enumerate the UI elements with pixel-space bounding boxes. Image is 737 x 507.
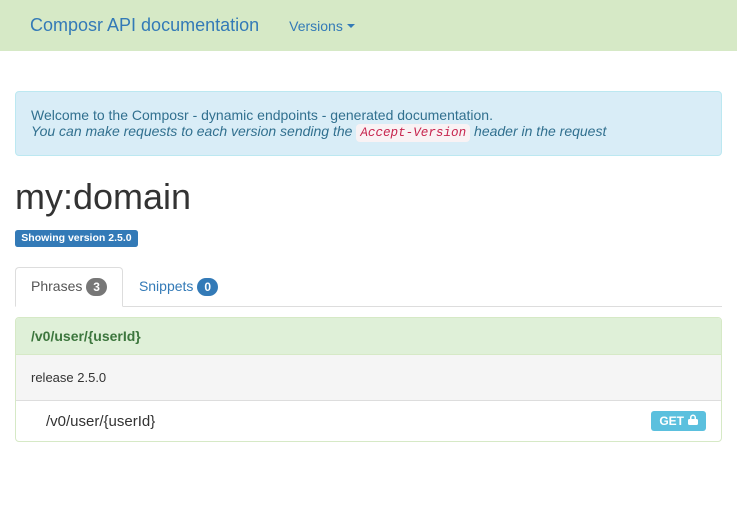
tab-snippets[interactable]: Snippets 0 xyxy=(123,267,234,307)
version-badge: Showing version 2.5.0 xyxy=(15,230,138,247)
method-row[interactable]: /v0/user/{userId} GET xyxy=(16,401,721,441)
info-alert: Welcome to the Composr - dynamic endpoin… xyxy=(15,91,722,156)
phrase-panel-heading[interactable]: /v0/user/{userId} xyxy=(16,318,721,355)
lock-icon xyxy=(688,414,698,428)
tab-phrases[interactable]: Phrases 3 xyxy=(15,267,123,307)
brand-link[interactable]: Composr API documentation xyxy=(15,0,274,51)
tab-phrases-label: Phrases xyxy=(31,278,86,294)
phrase-release: release 2.5.0 xyxy=(16,355,721,401)
method-path: /v0/user/{userId} xyxy=(31,413,155,430)
page-title: my:domain xyxy=(15,176,722,218)
alert-hint-code: Accept-Version xyxy=(356,124,470,142)
alert-welcome: Welcome to the Composr - dynamic endpoin… xyxy=(31,107,706,123)
tabs: Phrases 3 Snippets 0 xyxy=(15,267,722,307)
phrase-panel: /v0/user/{userId} release 2.5.0 /v0/user… xyxy=(15,317,722,442)
tab-snippets-count: 0 xyxy=(197,278,218,296)
versions-label: Versions xyxy=(289,18,343,34)
alert-hint-suffix: header in the request xyxy=(474,123,606,139)
method-verb: GET xyxy=(659,414,684,428)
alert-hint-prefix: You can make requests to each version se… xyxy=(31,123,356,139)
chevron-down-icon xyxy=(347,24,355,28)
navbar: Composr API documentation Versions xyxy=(0,0,737,51)
tab-phrases-count: 3 xyxy=(86,278,107,296)
method-verb-badge: GET xyxy=(651,411,706,431)
versions-dropdown[interactable]: Versions xyxy=(274,3,370,49)
tab-snippets-label: Snippets xyxy=(139,278,197,294)
